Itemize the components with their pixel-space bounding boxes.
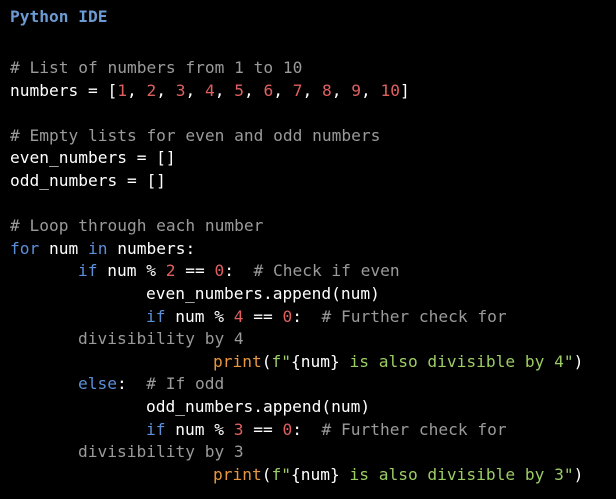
code-token-number: 0 <box>282 306 293 326</box>
code-token-plain: ) <box>573 464 584 484</box>
code-line: for num in numbers: <box>10 238 610 261</box>
code-line: print(f"{num} is also divisible by 3") <box>10 464 610 487</box>
code-token-plain: {num} <box>290 351 340 371</box>
code-line: odd_numbers.append(num) <box>10 396 610 419</box>
code-token-plain: , <box>185 80 205 100</box>
code-token-number: 9 <box>351 80 361 100</box>
code-token-number: 8 <box>321 80 332 100</box>
code-editor[interactable]: # List of numbers from 1 to 10 numbers = … <box>10 57 610 486</box>
code-token-comment: # Further check for <box>321 419 507 439</box>
code-token-plain: , <box>126 80 147 100</box>
code-token-comment: # If odd <box>146 374 225 394</box>
code-line: if num % 4 == 0: # Further check for <box>10 306 610 329</box>
code-token-plain: , <box>156 80 176 100</box>
code-line: # List of numbers from 1 to 10 <box>10 57 610 80</box>
code-token-keyword: in <box>87 238 108 258</box>
code-token-number: 0 <box>214 261 225 281</box>
code-token-string: f" <box>271 464 291 484</box>
code-token-plain: even_numbers = [] <box>10 148 176 168</box>
code-token-plain: , <box>360 80 381 100</box>
code-token-plain: even_numbers.append(num) <box>146 283 380 303</box>
code-line: if num % 2 == 0: # Check if even <box>10 260 610 283</box>
code-token-plain: numbers: <box>107 238 196 258</box>
code-token-number: 2 <box>146 80 157 100</box>
code-token-plain: , <box>302 80 322 100</box>
code-line: else: # If odd <box>10 373 610 396</box>
code-token-plain: numbers = [ <box>10 80 118 100</box>
code-line: if num % 3 == 0: # Further check for <box>10 419 610 442</box>
app-title: Python IDE <box>10 7 108 26</box>
code-token-keyword: for <box>10 238 40 258</box>
code-token-plain: ] <box>399 80 410 100</box>
code-token-plain: , <box>214 80 235 100</box>
code-token-string: is also divisible by 4" <box>339 351 574 371</box>
code-token-plain: , <box>243 80 264 100</box>
code-token-comment: # Check if even <box>253 261 400 281</box>
code-token-keyword: else <box>78 374 117 394</box>
code-token-comment: divisibility by 4 <box>78 329 244 349</box>
code-token-string: is also divisible by 3" <box>339 464 574 484</box>
code-token-comment: # Further check for <box>321 306 507 326</box>
code-token-plain: ) <box>573 351 584 371</box>
code-token-plain: == <box>243 419 283 439</box>
code-line: # Loop through each number <box>10 215 610 238</box>
code-line: # Empty lists for even and odd numbers <box>10 125 610 148</box>
code-token-plain: num % <box>97 261 166 281</box>
code-token-plain: : <box>292 306 322 326</box>
code-token-plain: == <box>175 261 215 281</box>
code-token-comment: # List of numbers from 1 to 10 <box>10 58 303 77</box>
code-line: even_numbers.append(num) <box>10 283 610 306</box>
code-token-keyword: if <box>78 261 98 281</box>
code-token-number: 6 <box>263 80 274 100</box>
code-token-number: 7 <box>292 80 303 100</box>
code-line: divisibility by 4 <box>10 328 610 351</box>
code-token-plain: , <box>331 80 352 100</box>
code-token-plain: num % <box>165 419 234 439</box>
code-token-number: 10 <box>380 80 400 100</box>
code-token-plain: : <box>292 419 322 439</box>
code-token-plain: {num} <box>290 464 340 484</box>
code-token-plain: == <box>243 306 283 326</box>
code-token-comment: # Empty lists for even and odd numbers <box>10 125 381 145</box>
code-line: divisibility by 3 <box>10 441 610 464</box>
code-line: numbers = [1, 2, 3, 4, 5, 6, 7, 8, 9, 10… <box>10 80 610 103</box>
code-token-plain: num <box>39 238 88 258</box>
code-token-number: 4 <box>204 80 215 100</box>
code-token-keyword: if <box>146 419 166 439</box>
ide-window: Python IDE # List of numbers from 1 to 1… <box>0 0 616 499</box>
code-token-string: f" <box>271 351 291 371</box>
code-token-plain: odd_numbers = [] <box>10 170 166 190</box>
code-token-keyword: if <box>146 306 166 326</box>
code-token-number: 3 <box>175 80 186 100</box>
code-token-number: 1 <box>117 80 127 100</box>
code-token-plain: : <box>116 374 147 394</box>
code-token-comment: # Loop through each number <box>10 216 264 236</box>
code-line: print(f"{num} is also divisible by 4") <box>10 351 610 374</box>
code-token-number: 5 <box>234 80 244 100</box>
code-token-plain: num % <box>165 306 234 326</box>
code-line: odd_numbers = [] <box>10 170 610 193</box>
code-token-number: 0 <box>282 419 293 439</box>
code-token-builtin: print <box>213 464 262 484</box>
code-line: even_numbers = [] <box>10 147 610 170</box>
code-token-plain: : <box>224 261 254 281</box>
code-token-comment: divisibility by 3 <box>78 442 244 462</box>
code-token-builtin: print <box>213 351 262 371</box>
code-token-plain: , <box>273 80 293 100</box>
code-token-plain: odd_numbers.append(num) <box>146 396 371 416</box>
